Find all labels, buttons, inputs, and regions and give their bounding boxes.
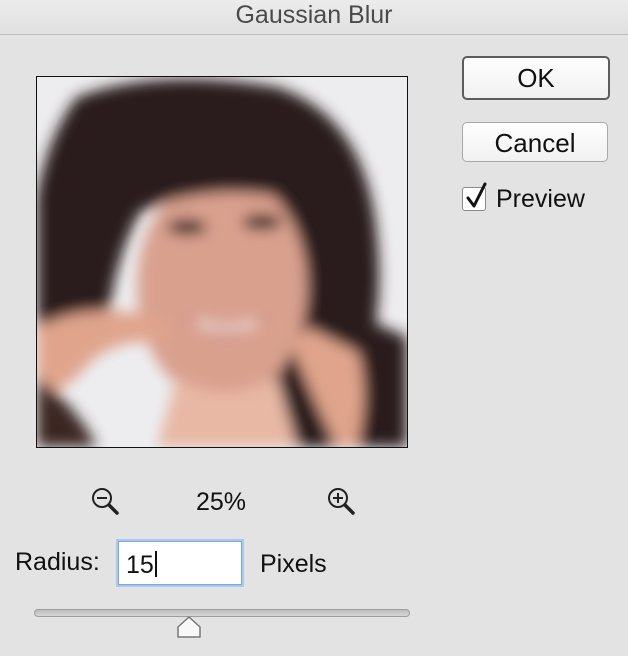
- preview-label: Preview: [496, 184, 585, 213]
- radius-label: Radius:: [15, 548, 100, 576]
- checkmark-icon: [466, 182, 487, 208]
- blurred-photo: [37, 77, 407, 447]
- preview-checkbox[interactable]: [462, 182, 487, 211]
- radius-slider-thumb[interactable]: [176, 615, 202, 639]
- cancel-button[interactable]: Cancel: [462, 122, 608, 162]
- gaussian-blur-dialog: Gaussian Blur OK Cancel Preview 25% Radi…: [0, 0, 628, 656]
- preview-toggle[interactable]: Preview: [462, 182, 585, 214]
- zoom-out-icon[interactable]: [89, 486, 121, 518]
- ok-button[interactable]: OK: [462, 56, 610, 100]
- radius-units-label: Pixels: [260, 550, 327, 578]
- window-title: Gaussian Blur: [0, 0, 628, 35]
- text-caret: [154, 551, 157, 577]
- radius-slider-track[interactable]: [34, 609, 410, 617]
- preview-image[interactable]: [36, 76, 408, 448]
- radius-value: 15: [126, 551, 154, 579]
- zoom-level: 25%: [195, 488, 247, 516]
- radius-input[interactable]: 15: [118, 541, 242, 585]
- zoom-in-icon[interactable]: [325, 486, 357, 518]
- slider-thumb-icon: [177, 616, 201, 638]
